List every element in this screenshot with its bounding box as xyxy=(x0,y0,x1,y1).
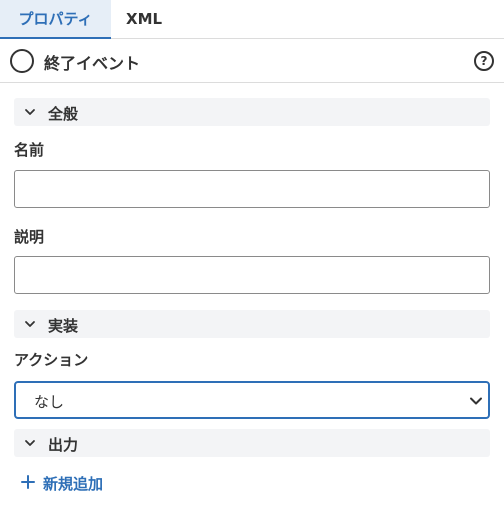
action-select[interactable]: なし xyxy=(14,381,490,419)
tab-bar: プロパティ XML xyxy=(0,0,504,39)
section-output-label: 出力 xyxy=(48,436,79,454)
plus-icon xyxy=(21,475,35,489)
name-field[interactable] xyxy=(14,170,490,208)
chevron-down-icon xyxy=(25,109,35,115)
end-event-circle-icon xyxy=(10,49,34,73)
section-implementation-label: 実装 xyxy=(48,317,79,335)
description-field[interactable] xyxy=(14,256,490,294)
chevron-down-icon xyxy=(470,397,482,405)
tab-xml[interactable]: XML xyxy=(126,0,162,39)
description-field-label: 説明 xyxy=(14,228,45,246)
chevron-down-icon xyxy=(25,321,35,327)
help-icon[interactable]: ? xyxy=(474,51,494,71)
add-new-label: 新規追加 xyxy=(43,475,104,493)
element-title: 終了イベント xyxy=(44,54,141,73)
tab-properties[interactable]: プロパティ xyxy=(0,0,111,39)
action-field-label: アクション xyxy=(14,351,89,369)
section-implementation[interactable]: 実装 xyxy=(14,310,490,338)
action-select-value: なし xyxy=(34,393,65,411)
chevron-down-icon xyxy=(25,440,35,446)
section-general[interactable]: 全般 xyxy=(14,98,490,126)
name-field-label: 名前 xyxy=(14,141,45,159)
section-output[interactable]: 出力 xyxy=(14,429,490,457)
element-header: 終了イベント ? xyxy=(0,39,504,83)
section-general-label: 全般 xyxy=(48,105,79,123)
